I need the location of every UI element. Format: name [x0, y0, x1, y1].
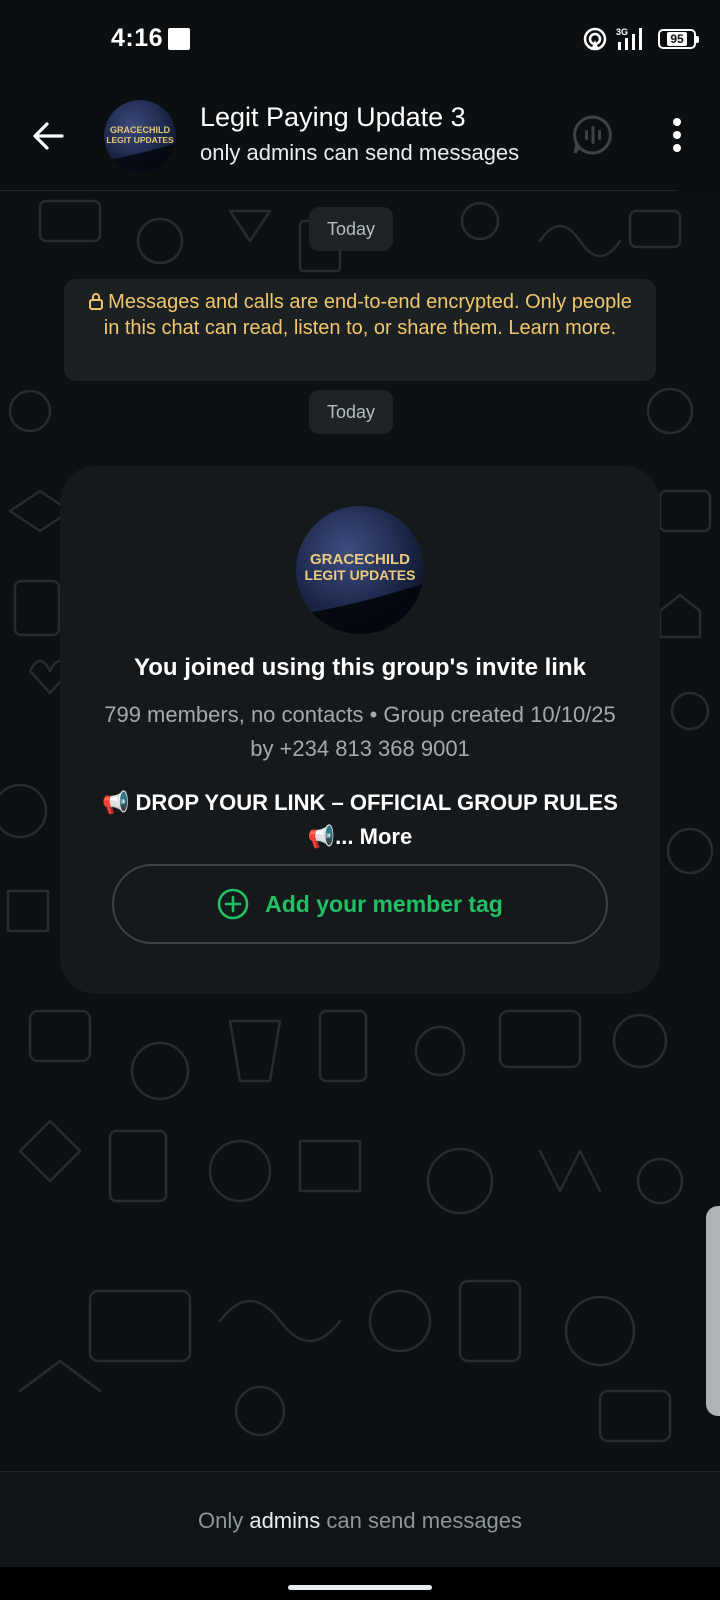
home-indicator[interactable] [288, 1585, 432, 1590]
group-name[interactable]: Legit Paying Update 3 [200, 102, 466, 133]
avatar-text-2: LEGIT UPDATES [106, 135, 174, 145]
signal-icon: 3G [616, 27, 642, 50]
status-time: 4:16 [111, 24, 164, 52]
notification-icon [168, 28, 190, 50]
encryption-notice[interactable]: Messages and calls are end-to-end encryp… [64, 279, 656, 381]
battery-icon: 95 [658, 29, 699, 49]
avatar-text-1: GRACECHILD [110, 125, 170, 135]
footer-message: Only admins can send messages [0, 1508, 720, 1534]
group-meta: 799 members, no contacts • Group created… [104, 702, 616, 761]
group-info-card: GRACECHILD LEGIT UPDATES You joined usin… [60, 466, 660, 994]
add-member-tag-button[interactable]: Add your member tag [112, 864, 608, 944]
more-vert-icon [673, 118, 681, 152]
avatar-text-1: GRACECHILD [310, 551, 410, 568]
voice-chat-icon [573, 115, 612, 155]
date-chip: Today [309, 390, 394, 434]
more-options-button[interactable] [652, 110, 702, 160]
joined-message: You joined using this group's invite lin… [134, 654, 586, 681]
group-avatar[interactable]: GRACECHILD LEGIT UPDATES [104, 100, 176, 172]
encryption-text: Messages and calls are end-to-end encryp… [103, 291, 632, 339]
footer-text-before: Only [197, 1508, 250, 1533]
lock-icon [89, 293, 104, 310]
date-chip: Today [309, 207, 394, 251]
chat-header: GRACECHILD LEGIT UPDATES Legit Paying Up… [0, 80, 720, 190]
add-member-tag-label: Add your member tag [265, 890, 503, 917]
system-nav-bar [0, 1567, 720, 1600]
svg-text:3G: 3G [616, 27, 628, 37]
back-button[interactable] [22, 110, 74, 162]
battery-level: 95 [667, 32, 687, 46]
status-bar: 4:16 3G 95 [0, 0, 720, 80]
admins-link[interactable]: admins [249, 1508, 320, 1533]
group-description[interactable]: 📢 DROP YOUR LINK – OFFICIAL GROUP RULES … [100, 786, 620, 854]
avatar-text-2: LEGIT UPDATES [305, 567, 416, 583]
add-circle-icon [217, 888, 249, 920]
back-arrow-icon [33, 122, 64, 150]
voice-chat-button[interactable] [568, 110, 618, 160]
chat-area[interactable]: Today Messages and calls are end-to-end … [0, 191, 720, 1471]
hotspot-icon [583, 27, 607, 51]
more-link[interactable]: More [360, 824, 413, 849]
scroll-handle[interactable] [706, 1206, 720, 1416]
footer-text-after: can send messages [320, 1508, 523, 1533]
group-avatar-large[interactable]: GRACECHILD LEGIT UPDATES [296, 506, 424, 634]
status-icons: 3G 95 [582, 24, 699, 54]
group-subtitle[interactable]: only admins can send messages [200, 140, 540, 166]
